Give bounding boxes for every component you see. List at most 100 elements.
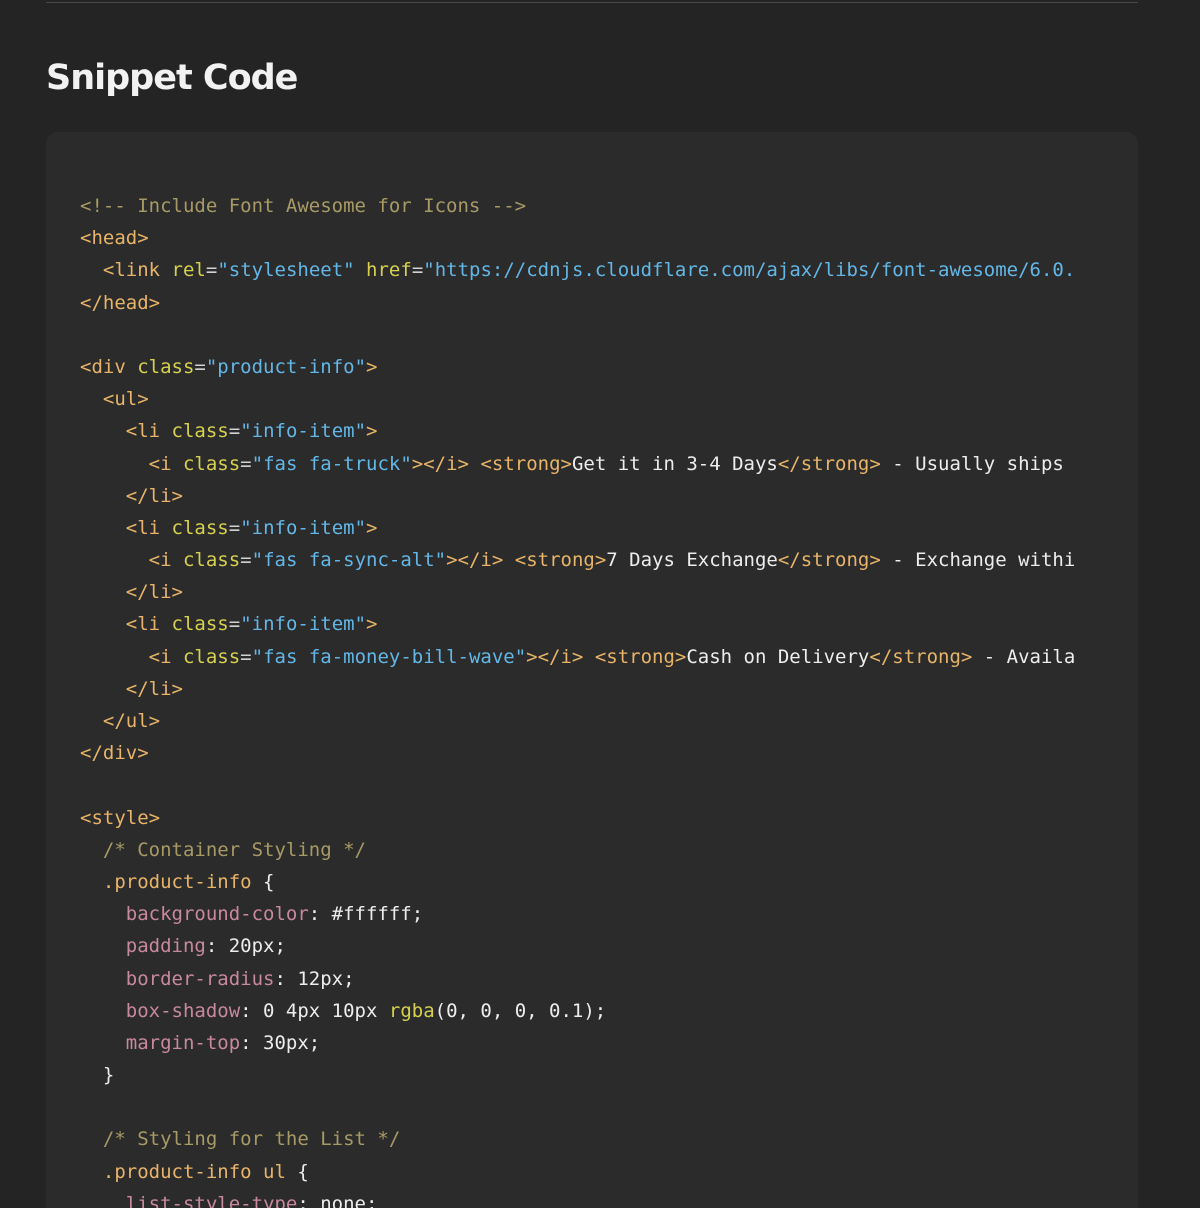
code-line: .product-info { bbox=[80, 866, 1104, 898]
code-line: /* Container Styling */ bbox=[80, 834, 1104, 866]
code-token: = bbox=[194, 355, 206, 378]
code-token: : #ffffff; bbox=[308, 903, 424, 926]
code-token: <li bbox=[125, 613, 172, 636]
code-token: : 0 4px 10px bbox=[240, 999, 389, 1022]
code-token: ></i> bbox=[526, 645, 584, 668]
code-line: </li> bbox=[80, 480, 1104, 512]
code-token: class bbox=[171, 613, 229, 636]
code-token: margin-top bbox=[125, 1031, 241, 1054]
code-token: (0, 0, 0, 0.1); bbox=[434, 999, 607, 1022]
code-token: <i bbox=[148, 452, 183, 475]
code-token: </li> bbox=[125, 677, 183, 700]
code-token: ></i> bbox=[446, 549, 504, 572]
code-token: "fas fa-sync-alt" bbox=[251, 549, 447, 572]
code-token: <i bbox=[148, 549, 183, 572]
code-content: <!-- Include Font Awesome for Icons --> <… bbox=[80, 190, 1104, 1208]
code-token: <!-- Include Font Awesome for Icons --> bbox=[80, 195, 527, 217]
code-token: > bbox=[366, 613, 378, 636]
code-line: </ul> bbox=[80, 705, 1104, 737]
code-token: "https://cdnjs.cloudflare.com/ajax/libs/… bbox=[423, 259, 1076, 282]
code-token: "info-item" bbox=[240, 613, 367, 636]
code-token: > bbox=[366, 420, 378, 443]
top-divider bbox=[46, 2, 1138, 3]
code-token: <strong> bbox=[480, 452, 572, 475]
code-line: <li class="info-item"> bbox=[80, 608, 1104, 640]
code-line: </li> bbox=[80, 673, 1104, 705]
code-line: </div> bbox=[80, 737, 1104, 769]
code-token: </ul> bbox=[102, 710, 161, 732]
code-token: class bbox=[182, 645, 241, 668]
code-token: { bbox=[251, 870, 275, 893]
code-token: <li bbox=[125, 516, 172, 539]
code-line: margin-top: 30px; bbox=[80, 1027, 1104, 1059]
code-token: href bbox=[366, 259, 412, 282]
code-token: Get it in 3-4 Days bbox=[571, 452, 778, 475]
code-line: <!-- Include Font Awesome for Icons --> bbox=[80, 190, 1104, 222]
code-token: "stylesheet" bbox=[217, 259, 355, 282]
code-token: </head> bbox=[80, 291, 161, 314]
code-token: </strong> bbox=[777, 452, 881, 475]
code-line: list-style-type: none; bbox=[80, 1188, 1104, 1208]
code-token: </strong> bbox=[777, 549, 881, 572]
code-token: </li> bbox=[125, 484, 183, 507]
code-token: </strong> bbox=[869, 645, 973, 668]
code-token: background-color bbox=[125, 903, 309, 926]
code-line: border-radius: 12px; bbox=[80, 963, 1104, 995]
section-heading: Snippet Code bbox=[46, 58, 298, 98]
code-token: = bbox=[240, 549, 252, 572]
code-token: <head> bbox=[80, 227, 149, 250]
code-token: rel bbox=[171, 259, 206, 282]
code-token: - Availa bbox=[972, 645, 1076, 668]
code-token: <div bbox=[80, 355, 138, 378]
code-token: <strong> bbox=[514, 549, 607, 572]
code-token: rgba bbox=[388, 999, 435, 1022]
code-token: <ul> bbox=[102, 388, 149, 411]
code-line: <i class="fas fa-money-bill-wave"></i> <… bbox=[80, 641, 1104, 673]
code-token: = bbox=[228, 420, 241, 443]
code-line: <style> bbox=[80, 802, 1104, 834]
code-token: class bbox=[182, 452, 241, 475]
code-token: { bbox=[285, 1160, 309, 1183]
code-line: <li class="info-item"> bbox=[80, 415, 1104, 447]
code-line: .product-info ul { bbox=[80, 1156, 1104, 1188]
code-token: /* Styling for the List */ bbox=[102, 1128, 401, 1151]
code-token: <strong> bbox=[594, 645, 687, 668]
code-line: padding: 20px; bbox=[80, 930, 1104, 962]
code-token: "info-item" bbox=[240, 420, 367, 443]
code-token: /* Container Styling */ bbox=[102, 838, 366, 861]
code-token: <link bbox=[102, 259, 172, 282]
code-line: <i class="fas fa-truck"></i> <strong>Get… bbox=[80, 448, 1104, 480]
code-line: <head> bbox=[80, 222, 1104, 254]
code-token: = bbox=[240, 645, 252, 668]
code-token: border-radius bbox=[125, 967, 275, 990]
code-token: : 20px; bbox=[205, 935, 286, 958]
code-token: "fas fa-money-bill-wave" bbox=[251, 645, 527, 668]
code-line: box-shadow: 0 4px 10px rgba(0, 0, 0, 0.1… bbox=[80, 995, 1104, 1027]
code-token: Cash on Delivery bbox=[686, 645, 870, 668]
code-token: "fas fa-truck" bbox=[251, 452, 412, 475]
code-token: > bbox=[366, 516, 378, 539]
code-token: class bbox=[171, 516, 229, 539]
code-line: } bbox=[80, 1059, 1104, 1091]
code-token: : 30px; bbox=[240, 1031, 321, 1054]
code-token: "info-item" bbox=[240, 516, 367, 539]
code-token: = bbox=[240, 452, 252, 475]
code-snippet-block[interactable]: <!-- Include Font Awesome for Icons --> <… bbox=[46, 132, 1138, 1208]
